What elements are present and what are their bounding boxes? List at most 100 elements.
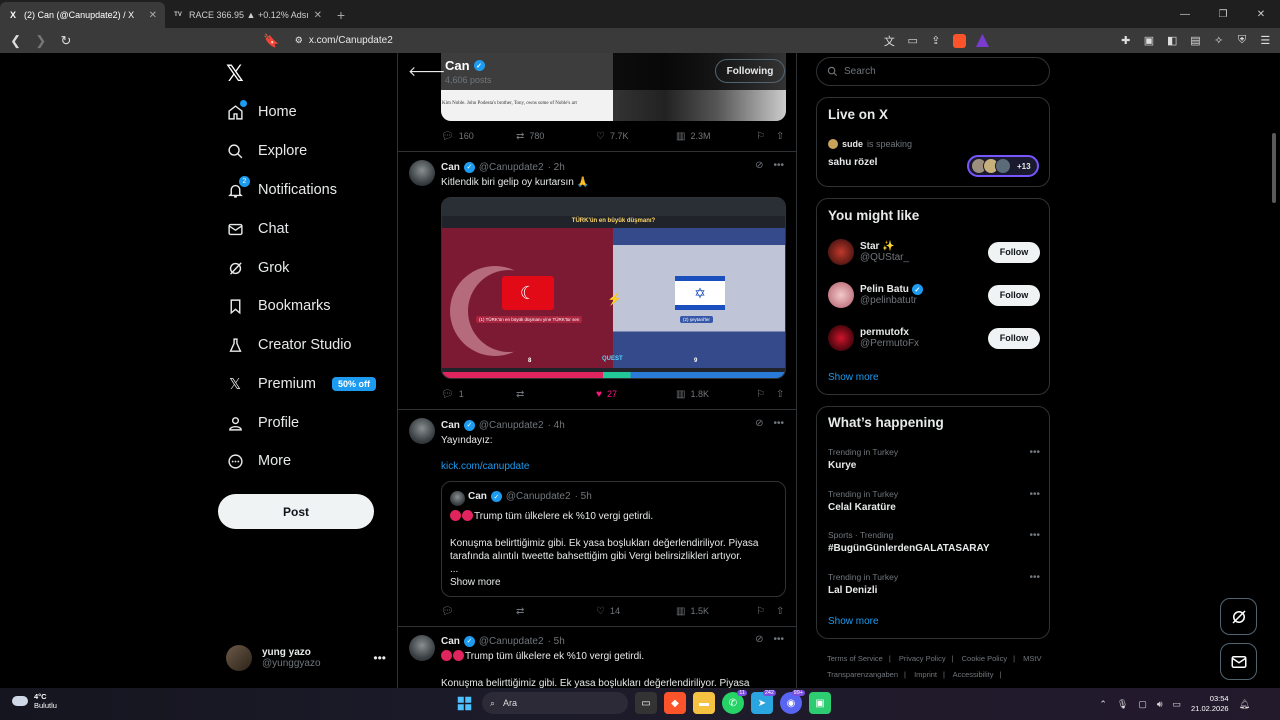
new-tab-button[interactable]: + — [330, 2, 352, 28]
wallet-icon[interactable]: ▤ — [1187, 32, 1204, 50]
nav-creator-studio[interactable]: Creator Studio — [226, 330, 352, 360]
repost-button[interactable]: ⇄ — [516, 606, 596, 617]
taskbar-search[interactable]: ⌕ Ara — [482, 692, 628, 714]
translate-icon[interactable]: 文 — [881, 32, 898, 50]
forward-arrow-icon[interactable]: ❯ — [31, 31, 50, 51]
nav-grok[interactable]: Grok — [226, 253, 289, 283]
footer-link[interactable]: Accessibility — [953, 670, 994, 679]
clock[interactable]: 03:54 21.02.2026 — [1191, 694, 1229, 714]
quoted-tweet[interactable]: Can ✓ @Canupdate2 · 5h Trump tüm ülkeler… — [441, 481, 786, 597]
author-handle[interactable]: @Canupdate2 — [479, 636, 544, 647]
grok-fab-button[interactable] — [1220, 598, 1257, 635]
repost-button[interactable]: ⇄ 780 — [516, 131, 596, 142]
reply-button[interactable]: 💬︎ 160 — [441, 131, 516, 142]
nav-bookmarks[interactable]: Bookmarks — [226, 291, 331, 321]
share-button[interactable]: ⇧ — [776, 131, 784, 142]
scroll-thumb[interactable] — [1272, 133, 1276, 203]
tweet-time[interactable]: · 4h — [548, 420, 565, 431]
follow-button[interactable]: Follow — [988, 284, 1040, 306]
tweet-time[interactable]: · 2h — [548, 162, 565, 173]
trend-item[interactable]: Trending in Turkey Celal Karatüre ••• — [828, 489, 1040, 513]
more-dots-icon[interactable]: ••• — [1029, 489, 1040, 500]
live-on-x-panel[interactable]: Live on X sude is speaking sahu rözel +1… — [816, 97, 1050, 187]
views-button[interactable]: ▥ 2.3M — [676, 131, 756, 142]
like-button[interactable]: ♥ 27 — [596, 389, 676, 400]
brave-rewards-icon[interactable] — [974, 32, 991, 50]
following-button[interactable]: Following — [715, 59, 785, 83]
bookmark-page-icon[interactable]: 🔖 — [262, 31, 281, 51]
follow-button[interactable]: Follow — [988, 241, 1040, 263]
reload-icon[interactable]: ↻ — [56, 31, 75, 51]
task-view-icon[interactable]: ▭ — [635, 692, 657, 714]
file-explorer-icon[interactable]: ▬ — [693, 692, 715, 714]
repost-button[interactable]: ⇄ — [516, 389, 596, 400]
footer-link[interactable]: Privacy Policy — [899, 654, 946, 663]
microphone-icon[interactable]: 🎙︎ — [1117, 699, 1128, 710]
reply-button[interactable]: 💬︎ — [441, 606, 516, 617]
footer-link[interactable]: Terms of Service — [827, 654, 883, 663]
post-button[interactable]: Post — [218, 494, 374, 529]
show-more-link[interactable]: Show more — [450, 576, 780, 589]
nav-explore[interactable]: Explore — [226, 136, 307, 166]
share-button[interactable]: ⇧ — [776, 606, 784, 617]
close-tab-icon[interactable]: ✕ — [149, 10, 157, 21]
site-settings-icon[interactable]: ⚙ — [295, 35, 303, 46]
suggested-user[interactable]: permutofx @PermutoFx Follow — [828, 323, 1040, 353]
share-button[interactable]: ⇧ — [776, 389, 784, 400]
show-more-link[interactable]: Show more — [828, 616, 879, 627]
close-window-icon[interactable]: ✕ — [1242, 0, 1280, 28]
grok-icon[interactable]: ⊘ — [755, 634, 763, 645]
author-handle[interactable]: @Canupdate2 — [479, 420, 544, 431]
leo-icon[interactable]: ✧ — [1210, 32, 1227, 50]
back-arrow-icon[interactable]: 🡐 — [408, 63, 446, 80]
bookmark-button[interactable]: ⚐ — [756, 131, 776, 142]
sidebar-icon[interactable]: ◧ — [1164, 32, 1181, 50]
x-logo-icon[interactable]: 𝕏 — [226, 62, 244, 87]
browser-tab-x[interactable]: X (2) Can (@Canupdate2) / X ✕ — [0, 2, 165, 28]
more-dots-icon[interactable]: ••• — [373, 651, 386, 665]
views-button[interactable]: ▥ 1.8K — [676, 389, 756, 400]
follow-button[interactable]: Follow — [988, 327, 1040, 349]
chevron-up-icon[interactable]: ⌃ — [1099, 699, 1107, 710]
search-input[interactable]: Search — [816, 57, 1050, 86]
share-icon[interactable]: ⇪ — [927, 32, 944, 50]
avatar[interactable] — [409, 418, 435, 444]
telegram-icon[interactable]: ➤ 242 — [751, 690, 776, 714]
nav-chat[interactable]: Chat — [226, 214, 289, 244]
more-dots-icon[interactable]: ••• — [773, 634, 784, 645]
author-name[interactable]: Can — [441, 636, 460, 647]
more-dots-icon[interactable]: ••• — [773, 418, 784, 429]
more-dots-icon[interactable]: ••• — [773, 160, 784, 171]
nav-premium[interactable]: 𝕏 Premium 50% off — [226, 369, 377, 399]
account-switcher[interactable]: yung yazo @yunggyazo ••• — [226, 643, 386, 673]
messages-fab-button[interactable] — [1220, 643, 1257, 680]
reply-button[interactable]: 💬︎ 1 — [441, 389, 516, 400]
trend-item[interactable]: Sports · Trending #BugünGünlerdenGALATAS… — [828, 530, 1040, 554]
nav-more[interactable]: More — [226, 446, 291, 476]
suggested-user[interactable]: Star ✨ @QUStar_ Follow — [828, 237, 1040, 267]
tweet-time[interactable]: · 5h — [548, 636, 565, 647]
more-dots-icon[interactable]: ••• — [1029, 447, 1040, 458]
listeners-pill[interactable]: +13 — [967, 155, 1039, 177]
footer-link[interactable]: Cookie Policy — [962, 654, 1007, 663]
tab-search-icon[interactable]: ▣ — [1140, 32, 1157, 50]
network-icon[interactable]: ▢ — [1138, 699, 1147, 710]
like-button[interactable]: ♡ 14 — [596, 606, 676, 617]
more-dots-icon[interactable]: ••• — [1029, 572, 1040, 583]
nav-home[interactable]: Home — [226, 97, 297, 127]
trend-item[interactable]: Trending in Turkey Lal Denizli ••• — [828, 572, 1040, 596]
author-name[interactable]: Can — [441, 162, 460, 173]
restore-icon[interactable]: ❐ — [1204, 0, 1242, 28]
tweet-link[interactable]: kick.com/canupdate — [441, 460, 786, 473]
windows-start-icon[interactable] — [453, 692, 475, 714]
trend-item[interactable]: Trending in Turkey Kurye ••• — [828, 447, 1040, 471]
minimize-icon[interactable]: — — [1166, 0, 1204, 28]
suggested-user[interactable]: Pelin Batu ✓ @pelinbatutr Follow — [828, 280, 1040, 310]
discord-icon[interactable]: ◉ 99+ — [780, 690, 805, 714]
back-arrow-icon[interactable]: ❮ — [6, 31, 25, 51]
avatar[interactable] — [409, 635, 435, 661]
extensions-icon[interactable]: ✚ — [1117, 32, 1134, 50]
vpn-icon[interactable]: ⛨ — [1233, 32, 1250, 50]
app-icon[interactable]: ▣ — [809, 692, 831, 714]
show-more-link[interactable]: Show more — [828, 372, 879, 383]
